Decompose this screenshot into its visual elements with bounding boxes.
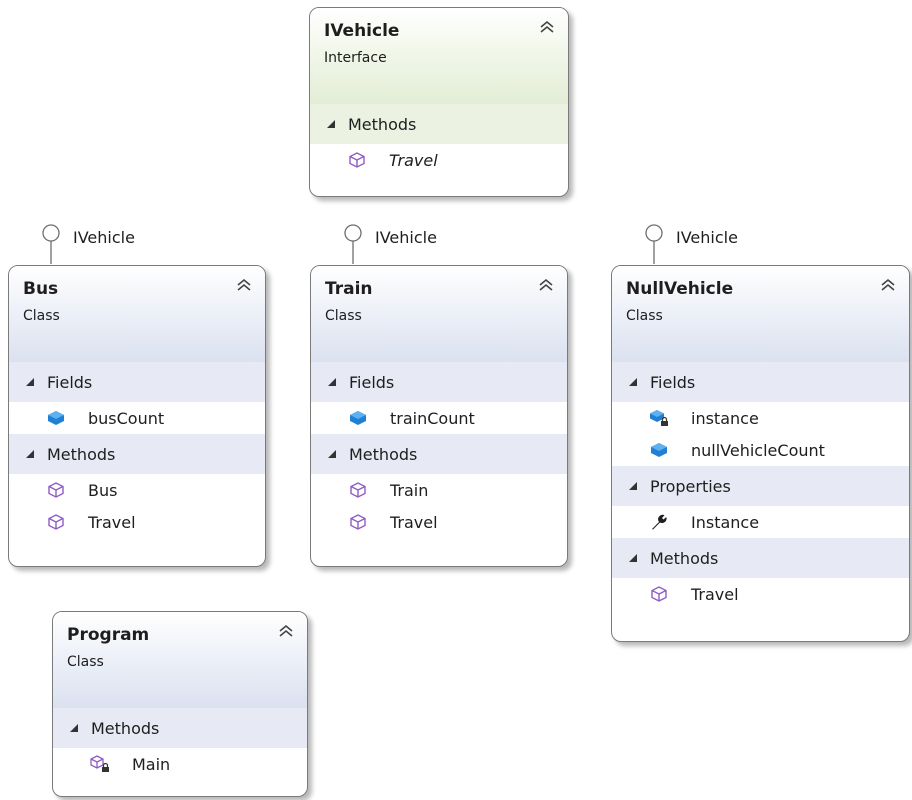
member-row[interactable]: Main	[53, 748, 307, 780]
bus-class-shape[interactable]: Bus Class Fields busCount Methods Bus Tr…	[8, 265, 266, 567]
member-row[interactable]: Instance	[612, 506, 909, 538]
ivehicle-title: IVehicle	[324, 21, 400, 41]
collapse-chevron-icon[interactable]	[880, 277, 896, 293]
member-row[interactable]: Travel	[311, 506, 567, 538]
program-methods-section[interactable]: Methods	[53, 708, 307, 748]
expand-triangle-icon[interactable]	[70, 724, 78, 732]
member-name: busCount	[88, 408, 165, 428]
lollipop-label: IVehicle	[676, 228, 738, 247]
method-icon	[350, 482, 366, 498]
member-name: nullVehicleCount	[691, 440, 825, 460]
member-row[interactable]: Bus	[9, 474, 265, 506]
collapse-chevron-icon[interactable]	[278, 623, 294, 639]
expand-triangle-icon[interactable]	[629, 554, 637, 562]
lollipop-label: IVehicle	[375, 228, 437, 247]
member-row[interactable]: Travel	[612, 578, 909, 610]
train-title: Train	[325, 279, 373, 299]
nullvehicle-interface-lollipop: IVehicle	[644, 224, 738, 264]
member-name: instance	[691, 408, 759, 428]
expand-triangle-icon[interactable]	[328, 450, 336, 458]
method-icon	[350, 514, 366, 530]
member-row[interactable]: trainCount	[311, 402, 567, 434]
private-method-icon	[90, 755, 109, 772]
member-name: Train	[390, 480, 429, 500]
train-class-shape[interactable]: Train Class Fields trainCount Methods Tr…	[310, 265, 568, 567]
nullvehicle-properties-section[interactable]: Properties	[612, 466, 909, 506]
member-name: Travel	[691, 584, 739, 604]
section-label: Fields	[349, 372, 395, 392]
nullvehicle-fields-section[interactable]: Fields	[612, 362, 909, 402]
member-row[interactable]: Train	[311, 474, 567, 506]
expand-triangle-icon[interactable]	[629, 482, 637, 490]
program-title: Program	[67, 625, 150, 645]
train-interface-lollipop: IVehicle	[343, 224, 437, 264]
member-name: Travel	[390, 512, 438, 532]
member-name: Instance	[691, 512, 760, 532]
nullvehicle-kind: Class	[626, 308, 663, 324]
expand-triangle-icon[interactable]	[26, 378, 34, 386]
section-label: Fields	[47, 372, 93, 392]
field-icon	[651, 443, 667, 457]
section-label: Methods	[349, 444, 418, 464]
nullvehicle-header: NullVehicle Class	[612, 266, 909, 362]
bus-title: Bus	[23, 279, 59, 299]
train-kind: Class	[325, 308, 362, 324]
bus-interface-lollipop: IVehicle	[41, 224, 135, 264]
bus-methods-section[interactable]: Methods	[9, 434, 265, 474]
collapse-chevron-icon[interactable]	[236, 277, 252, 293]
nullvehicle-methods-section[interactable]: Methods	[612, 538, 909, 578]
member-name: trainCount	[390, 408, 475, 428]
nullvehicle-class-shape[interactable]: NullVehicle Class Fields instance nullVe…	[611, 265, 910, 642]
lollipop-interface-icon	[645, 224, 663, 264]
method-icon	[349, 152, 365, 168]
lollipop-interface-icon	[344, 224, 362, 264]
collapse-chevron-icon[interactable]	[539, 19, 555, 35]
train-header: Train Class	[311, 266, 567, 362]
member-name: Travel	[389, 150, 438, 170]
ivehicle-interface-shape[interactable]: IVehicle Interface Methods Travel	[309, 7, 569, 197]
program-class-shape[interactable]: Program Class Methods Main	[52, 611, 308, 797]
train-fields-section[interactable]: Fields	[311, 362, 567, 402]
method-icon	[651, 586, 667, 602]
lollipop-label: IVehicle	[73, 228, 135, 247]
nullvehicle-title: NullVehicle	[626, 279, 734, 299]
member-name: Travel	[88, 512, 136, 532]
section-label: Methods	[348, 114, 417, 134]
program-header: Program Class	[53, 612, 307, 708]
member-name: Bus	[88, 480, 118, 500]
expand-triangle-icon[interactable]	[629, 378, 637, 386]
member-row[interactable]: Travel	[9, 506, 265, 538]
ivehicle-kind: Interface	[324, 50, 387, 66]
private-field-icon	[650, 410, 668, 426]
section-label: Methods	[650, 548, 719, 568]
expand-triangle-icon[interactable]	[328, 378, 336, 386]
ivehicle-methods-section[interactable]: Methods	[310, 104, 568, 144]
member-row[interactable]: Travel	[310, 144, 568, 176]
section-label: Methods	[91, 718, 160, 738]
field-icon	[350, 411, 366, 425]
member-row[interactable]: nullVehicleCount	[612, 434, 909, 466]
bus-fields-section[interactable]: Fields	[9, 362, 265, 402]
member-name: Main	[132, 754, 171, 774]
expand-triangle-icon[interactable]	[327, 120, 335, 128]
collapse-chevron-icon[interactable]	[538, 277, 554, 293]
method-icon	[48, 482, 64, 498]
bus-header: Bus Class	[9, 266, 265, 362]
member-row[interactable]: instance	[612, 402, 909, 434]
member-row[interactable]: busCount	[9, 402, 265, 434]
field-icon	[48, 411, 64, 425]
train-methods-section[interactable]: Methods	[311, 434, 567, 474]
section-label: Properties	[650, 476, 731, 496]
section-label: Methods	[47, 444, 116, 464]
lollipop-interface-icon	[42, 224, 60, 264]
method-icon	[48, 514, 64, 530]
program-kind: Class	[67, 654, 104, 670]
wrench-property-icon	[652, 514, 667, 530]
bus-kind: Class	[23, 308, 60, 324]
section-label: Fields	[650, 372, 696, 392]
expand-triangle-icon[interactable]	[26, 450, 34, 458]
ivehicle-header: IVehicle Interface	[310, 8, 568, 104]
